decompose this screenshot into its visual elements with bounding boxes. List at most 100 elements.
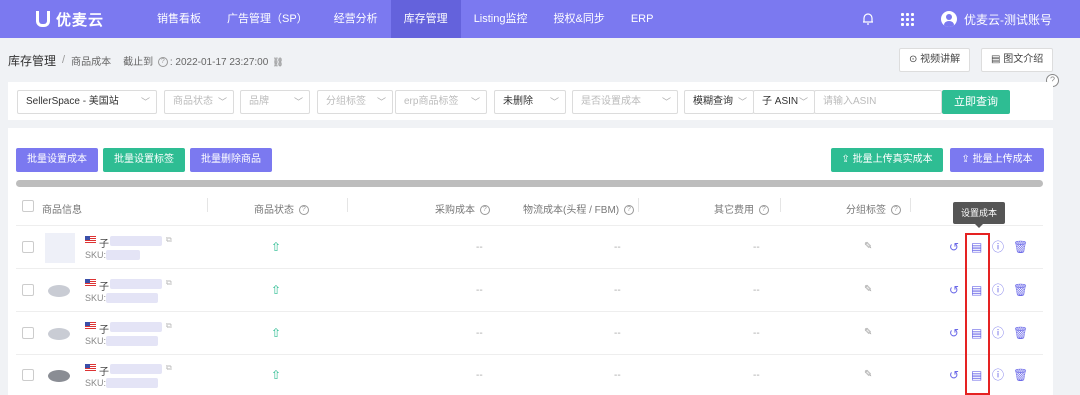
chevron-down-icon: ﹀ xyxy=(293,97,303,107)
info-icon[interactable]: ⓘ xyxy=(992,327,1004,339)
edit-tag-icon[interactable]: ✎ xyxy=(864,241,872,252)
chevron-down-icon: ﹀ xyxy=(217,97,227,107)
deleted-select[interactable]: 未删除 ﹀ xyxy=(494,90,566,114)
asin-prefix: 子 xyxy=(99,325,109,336)
product-thumbnail[interactable] xyxy=(45,275,75,305)
link-icon[interactable]: ⛓ xyxy=(272,57,283,67)
asin-value[interactable] xyxy=(110,322,162,332)
logo-icon xyxy=(36,11,50,27)
delete-icon[interactable]: 🗑 xyxy=(1013,241,1028,253)
user-menu[interactable]: 优麦云-测试账号 xyxy=(941,11,1052,28)
info-icon[interactable]: ⓘ xyxy=(992,369,1004,381)
nav-item-auth-sync[interactable]: 授权&同步 xyxy=(540,0,617,38)
edit-tag-icon[interactable]: ✎ xyxy=(864,284,872,295)
row-checkbox[interactable] xyxy=(22,284,34,296)
help-icon: ? xyxy=(623,205,634,216)
upload-status-icon[interactable]: ⇧ xyxy=(271,368,281,382)
delete-icon[interactable]: 🗑 xyxy=(1013,327,1028,339)
row-checkbox[interactable] xyxy=(22,369,34,381)
info-icon[interactable]: ⓘ xyxy=(992,241,1004,253)
select-all-checkbox[interactable] xyxy=(22,200,34,212)
site-select[interactable]: SellerSpace - 美国站 ﹀ xyxy=(17,90,157,114)
sku-value xyxy=(106,336,158,346)
batch-set-tag-button[interactable]: 批量设置标签 xyxy=(103,148,185,172)
nav-item-ads[interactable]: 广告管理（SP） xyxy=(214,0,321,38)
row-checkbox[interactable] xyxy=(22,327,34,339)
delete-icon[interactable]: 🗑 xyxy=(1013,369,1028,381)
asin-prefix: 子 xyxy=(99,239,109,250)
group-tag-select[interactable]: 分组标签 ﹀ xyxy=(317,90,393,114)
query-button[interactable]: 立即查询 xyxy=(942,90,1010,114)
status-select[interactable]: 商品状态 ﹀ xyxy=(164,90,234,114)
external-link-icon[interactable]: ⧉ xyxy=(166,278,172,288)
bell-icon[interactable] xyxy=(861,12,875,26)
upload-cost-button[interactable]: ⇪ 批量上传成本 xyxy=(950,148,1044,172)
search-input[interactable]: 请输入ASIN xyxy=(814,90,942,114)
play-circle-icon: ⊙ xyxy=(909,54,918,65)
nav-item-sales-dashboard[interactable]: 销售看板 xyxy=(144,0,214,38)
column-header-purchase: 采购成本 ? xyxy=(435,201,492,216)
upload-status-icon[interactable]: ⇧ xyxy=(271,326,281,340)
match-mode-select[interactable]: 模糊查询 ﹀ xyxy=(684,90,754,114)
edit-tag-icon[interactable]: ✎ xyxy=(864,327,872,338)
history-icon[interactable]: ↺ xyxy=(949,284,959,296)
us-flag-icon xyxy=(85,279,96,287)
external-link-icon[interactable]: ⧉ xyxy=(166,321,172,331)
id-type-select[interactable]: 子 ASIN ﹀ xyxy=(753,90,815,114)
sku-label: SKU: xyxy=(85,250,107,260)
apps-grid-icon[interactable] xyxy=(901,13,914,26)
logo[interactable]: 优麦云 xyxy=(36,9,144,30)
other-cost: -- xyxy=(753,370,760,381)
logo-text: 优麦云 xyxy=(56,11,105,29)
help-icon: ? xyxy=(298,205,309,216)
set-cost-tooltip: 设置成本 xyxy=(953,202,1005,228)
nav-item-analysis[interactable]: 经营分析 xyxy=(321,0,391,38)
data-cutoff: 截止到 ?: 2022-01-17 23:27:00 ⛓ xyxy=(123,56,284,68)
horizontal-scrollbar[interactable] xyxy=(16,180,1043,187)
chevron-down-icon: ﹀ xyxy=(549,97,559,107)
purchase-cost: -- xyxy=(476,285,483,296)
product-thumbnail[interactable] xyxy=(45,318,75,348)
info-icon[interactable]: ⓘ xyxy=(992,284,1004,296)
other-cost: -- xyxy=(753,285,760,296)
asin-prefix: 子 xyxy=(99,367,109,378)
asin-value[interactable] xyxy=(110,236,162,246)
brand-select[interactable]: 品牌 ﹀ xyxy=(240,90,310,114)
user-name: 优麦云-测试账号 xyxy=(964,12,1052,27)
nav-item-inventory[interactable]: 库存管理 xyxy=(390,0,461,38)
history-icon[interactable]: ↺ xyxy=(949,369,959,381)
video-tutorial-button[interactable]: ⊙ 视频讲解 xyxy=(899,48,971,72)
breadcrumb-title[interactable]: 库存管理 xyxy=(8,52,56,69)
asin-value[interactable] xyxy=(110,279,162,289)
history-icon[interactable]: ↺ xyxy=(949,327,959,339)
product-thumbnail[interactable] xyxy=(45,360,75,390)
sku-value xyxy=(106,250,140,260)
column-header-other: 其它费用 ? xyxy=(714,201,771,216)
upload-real-cost-button[interactable]: ⇪ 批量上传真实成本 xyxy=(831,148,943,172)
batch-delete-button[interactable]: 批量删除商品 xyxy=(190,148,272,172)
external-link-icon[interactable]: ⧉ xyxy=(166,363,172,373)
column-header-logistics: 物流成本(头程 / FBM) ? xyxy=(523,201,636,216)
batch-set-cost-button[interactable]: 批量设置成本 xyxy=(16,148,98,172)
delete-icon[interactable]: 🗑 xyxy=(1013,284,1028,296)
logistics-cost: -- xyxy=(614,328,621,339)
erp-tag-select[interactable]: erp商品标签 ﹀ xyxy=(395,90,487,114)
document-icon: ▤ xyxy=(991,54,1001,65)
upload-status-icon[interactable]: ⇧ xyxy=(271,283,281,297)
external-link-icon[interactable]: ⧉ xyxy=(166,235,172,245)
nav-item-listing-monitor[interactable]: Listing监控 xyxy=(461,0,541,38)
product-thumbnail[interactable] xyxy=(45,233,75,263)
help-icon: ? xyxy=(890,205,901,216)
cost-set-select[interactable]: 是否设置成本 ﹀ xyxy=(572,90,678,114)
chevron-down-icon: ﹀ xyxy=(140,97,150,107)
column-header-status: 商品状态 ? xyxy=(254,201,311,216)
guide-button[interactable]: ▤ 图文介绍 xyxy=(981,48,1054,72)
help-icon[interactable]: ? xyxy=(157,56,168,67)
nav-item-erp[interactable]: ERP xyxy=(618,0,667,38)
upload-status-icon[interactable]: ⇧ xyxy=(271,240,281,254)
row-checkbox[interactable] xyxy=(22,241,34,253)
purchase-cost: -- xyxy=(476,242,483,253)
asin-value[interactable] xyxy=(110,364,162,374)
edit-tag-icon[interactable]: ✎ xyxy=(864,369,872,380)
history-icon[interactable]: ↺ xyxy=(949,241,959,253)
